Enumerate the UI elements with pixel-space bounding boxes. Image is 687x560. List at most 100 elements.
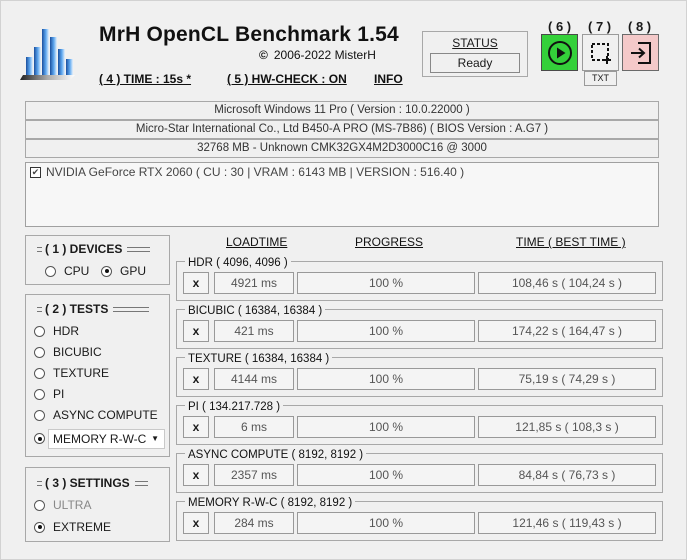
time-value: 121,46 s ( 119,43 s )	[478, 512, 656, 534]
settings-title-text: ( 3 ) SETTINGS	[45, 476, 130, 490]
settings-group-title: ( 3 ) SETTINGS	[37, 476, 148, 490]
copyright-symbol: ©	[259, 48, 268, 62]
setting-option-ultra[interactable]: ULTRA	[34, 498, 91, 512]
devices-title-text: ( 1 ) DEVICES	[45, 242, 123, 256]
title-divider	[37, 246, 42, 252]
extreme-radio[interactable]	[34, 521, 45, 533]
test-option-texture[interactable]: TEXTURE	[34, 366, 109, 380]
exit-shortcut-number: ( 8 )	[628, 19, 652, 34]
status-value: Ready	[430, 53, 520, 73]
gpu-label: NVIDIA GeForce RTX 2060 ( CU : 30 | VRAM…	[46, 165, 465, 179]
test-option-bicubic[interactable]: BICUBIC	[34, 345, 102, 359]
screenshot-crop-button[interactable]	[582, 34, 619, 71]
loadtime-value: 4144 ms	[214, 368, 294, 390]
result-row-bicubic: BICUBIC ( 16384, 16384 ) x 421 ms 100 % …	[176, 305, 663, 349]
test-radio[interactable]	[34, 388, 45, 400]
setting-option-extreme[interactable]: EXTREME	[34, 520, 111, 534]
devices-group: ( 1 ) DEVICES CPU GPU	[25, 235, 170, 285]
test-option-hdr[interactable]: HDR	[34, 324, 79, 338]
gpu-option-label: GPU	[120, 264, 147, 278]
exclude-test-button[interactable]: x	[183, 464, 209, 486]
test-name: TEXTURE ( 16384, 16384 )	[185, 353, 333, 365]
exclude-test-button[interactable]: x	[183, 416, 209, 438]
test-radio[interactable]	[34, 433, 45, 444]
os-info: Microsoft Windows 11 Pro ( Version : 10.…	[25, 101, 659, 120]
txt-export-button[interactable]: TXT	[584, 71, 617, 86]
run-benchmark-button[interactable]	[541, 34, 578, 71]
test-name: ASYNC COMPUTE ( 8192, 8192 )	[185, 449, 367, 461]
test-radio[interactable]	[34, 346, 45, 358]
test-name: BICUBIC ( 16384, 16384 )	[185, 305, 326, 317]
title-divider	[37, 480, 42, 486]
info-link[interactable]: INFO	[374, 72, 403, 86]
result-row-pi: PI ( 134.217.728 ) x 6 ms 100 % 121,85 s…	[176, 401, 663, 445]
time-setting-link[interactable]: ( 4 ) TIME : 15s *	[99, 72, 191, 86]
test-option-label: ASYNC COMPUTE	[53, 408, 158, 422]
gpu-radio[interactable]	[101, 265, 112, 277]
device-option-gpu[interactable]: GPU	[101, 264, 146, 278]
test-option-label: TEXTURE	[53, 366, 110, 380]
progress-value: 100 %	[297, 416, 475, 438]
memory-info: 32768 MB - Unknown CMK32GX4M2D3000C16 @ …	[25, 139, 659, 158]
progress-value: 100 %	[297, 512, 475, 534]
title-divider	[134, 480, 148, 486]
chevron-down-icon: ▼	[151, 434, 159, 443]
copyright-text: 2006-2022 MisterH	[273, 48, 376, 62]
exit-button[interactable]	[622, 34, 659, 71]
test-name: HDR ( 4096, 4096 )	[185, 257, 291, 269]
result-row-texture: TEXTURE ( 16384, 16384 ) x 4144 ms 100 %…	[176, 353, 663, 397]
exclude-test-button[interactable]: x	[183, 368, 209, 390]
devices-group-title: ( 1 ) DEVICES	[37, 242, 151, 256]
memory-test-select[interactable]: MEMORY R-W-C ▼	[48, 429, 165, 449]
progress-value: 100 %	[297, 464, 475, 486]
cpu-label: CPU	[64, 264, 90, 278]
exclude-test-button[interactable]: x	[183, 512, 209, 534]
test-option-pi[interactable]: PI	[34, 387, 64, 401]
memory-test-select-value: MEMORY R-W-C	[53, 432, 147, 446]
gpu-checkbox[interactable]: ✔	[30, 166, 41, 178]
loadtime-value: 4921 ms	[214, 272, 294, 294]
time-value: 174,22 s ( 164,47 s )	[478, 320, 656, 342]
hw-check-link[interactable]: ( 5 ) HW-CHECK : ON	[227, 72, 347, 86]
progress-value: 100 %	[297, 272, 475, 294]
status-label: STATUS	[452, 36, 498, 50]
test-option-label: PI	[53, 387, 65, 401]
tests-title-text: ( 2 ) TESTS	[45, 302, 109, 316]
play-icon	[547, 40, 572, 65]
device-option-cpu[interactable]: CPU	[45, 264, 89, 278]
test-radio[interactable]	[34, 367, 45, 379]
time-value: 75,19 s ( 74,29 s )	[478, 368, 656, 390]
test-radio[interactable]	[34, 409, 45, 421]
loadtime-value: 284 ms	[214, 512, 294, 534]
ultra-label: ULTRA	[53, 498, 92, 512]
gpu-list-item[interactable]: ✔ NVIDIA GeForce RTX 2060 ( CU : 30 | VR…	[30, 165, 464, 179]
exclude-test-button[interactable]: x	[183, 320, 209, 342]
progress-column-header: PROGRESS	[355, 235, 424, 249]
time-value: 121,85 s ( 108,3 s )	[478, 416, 656, 438]
progress-value: 100 %	[297, 368, 475, 390]
result-row-async-compute: ASYNC COMPUTE ( 8192, 8192 ) x 2357 ms 1…	[176, 449, 663, 493]
run-shortcut-number: ( 6 )	[548, 19, 572, 34]
test-option-async-compute[interactable]: ASYNC COMPUTE	[34, 408, 158, 422]
exit-icon	[630, 41, 651, 64]
time-column-header: TIME ( BEST TIME )	[516, 235, 626, 249]
test-option-label: HDR	[53, 324, 79, 338]
loadtime-value: 421 ms	[214, 320, 294, 342]
loadtime-column-header: LOADTIME	[226, 235, 288, 249]
app-window: MrH OpenCL Benchmark 1.54 © 2006-2022 Mis…	[0, 0, 687, 560]
cpu-radio[interactable]	[45, 265, 56, 277]
app-title: MrH OpenCL Benchmark 1.54	[99, 23, 399, 46]
test-radio[interactable]	[34, 325, 45, 337]
tests-group-title: ( 2 ) TESTS	[37, 302, 150, 316]
settings-group: ( 3 ) SETTINGS ULTRA EXTREME	[25, 467, 170, 542]
progress-value: 100 %	[297, 320, 475, 342]
title-divider	[127, 246, 151, 252]
test-name: PI ( 134.217.728 )	[185, 401, 284, 413]
crop-shortcut-number: ( 7 )	[588, 19, 612, 34]
copyright: © 2006-2022 MisterH	[259, 48, 376, 62]
exclude-test-button[interactable]: x	[183, 272, 209, 294]
result-row-hdr: HDR ( 4096, 4096 ) x 4921 ms 100 % 108,4…	[176, 257, 663, 301]
bar-chart-logo-icon	[20, 23, 78, 81]
loadtime-value: 6 ms	[214, 416, 294, 438]
ultra-radio[interactable]	[34, 499, 45, 511]
